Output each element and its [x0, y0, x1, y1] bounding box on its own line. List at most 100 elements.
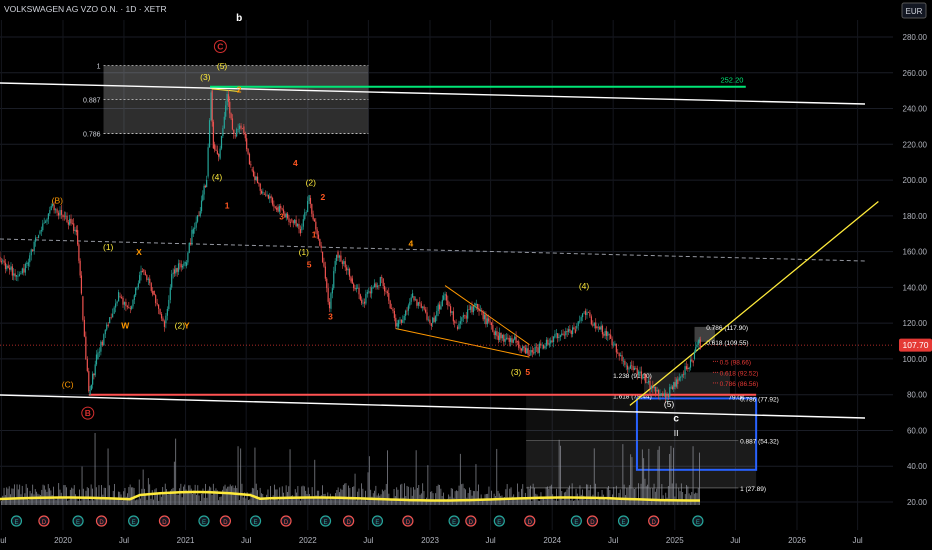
candle-body [85, 336, 87, 360]
candle-body [7, 265, 9, 268]
volume-bar [539, 500, 541, 505]
candle-body [200, 200, 203, 212]
volume-bar [545, 487, 547, 505]
volume-bar [101, 485, 102, 505]
volume-bar [114, 483, 115, 505]
candle-body [326, 278, 328, 289]
volume-bar [33, 494, 35, 505]
candle-body [608, 333, 610, 335]
volume-bar [422, 483, 424, 505]
candle-body [2, 260, 4, 262]
candle-body [46, 219, 48, 222]
volume-bar [73, 485, 75, 505]
volume-bar [266, 494, 268, 505]
volume-bar [249, 499, 251, 505]
candle-body [610, 334, 612, 339]
volume-bar [404, 483, 405, 505]
event-marker-label: D [406, 520, 411, 526]
volume-bar [184, 484, 186, 505]
volume-bar [105, 487, 106, 505]
candle-body [458, 323, 460, 329]
volume-bar [80, 500, 82, 505]
volume-bar [491, 490, 492, 505]
candle-body [414, 299, 417, 301]
wave-label: b [236, 13, 242, 24]
price-chart[interactable]: 10.8870.7860.786 (117.90)0.618 (109.55)0… [0, 0, 932, 550]
volume-bar [649, 487, 651, 505]
candle-body [481, 310, 483, 312]
candle-body [150, 283, 152, 291]
currency-label[interactable]: EUR [906, 7, 923, 16]
x-tick-label: 2022 [299, 536, 317, 545]
price-tag-value: 107.70 [903, 340, 929, 350]
volume-bar [337, 487, 339, 505]
volume-bar [67, 500, 69, 505]
candle-body [462, 315, 464, 318]
volume-bar [461, 484, 463, 505]
candle-body [586, 312, 588, 316]
volume-bar [544, 499, 546, 505]
volume-bar [696, 493, 698, 505]
volume-bar [19, 484, 21, 505]
volume-bar [628, 485, 630, 505]
candle-body [266, 194, 268, 196]
candle-body [37, 235, 40, 239]
candle-body [49, 210, 51, 214]
candle-body [603, 334, 605, 336]
fib-bottom-label: 1 (27.89) [740, 486, 766, 493]
candle-body [511, 338, 513, 343]
candle-body [281, 208, 283, 210]
candle-body [166, 308, 168, 316]
volume-bar [550, 484, 552, 505]
volume-bar [569, 485, 570, 505]
candle-body [624, 360, 626, 365]
candle-body [601, 325, 604, 335]
volume-bar [6, 487, 8, 505]
candle-body [647, 380, 650, 383]
volume-bar [138, 479, 140, 505]
candle-body [255, 176, 257, 181]
candle-body [144, 271, 146, 276]
event-marker-label: E [254, 520, 258, 526]
candle-body [530, 350, 532, 356]
candle-body [353, 283, 355, 289]
wave-label: 4 [409, 238, 414, 248]
volume-bar [329, 493, 331, 505]
candle-body [652, 386, 654, 389]
y-tick-label: 40.00 [907, 462, 928, 471]
volume-bar [331, 499, 333, 505]
candle-body [423, 306, 425, 310]
volume-bar [288, 486, 290, 505]
volume-bar [322, 485, 323, 505]
volume-bar [410, 487, 412, 505]
currency-button[interactable]: EUR [901, 2, 927, 19]
candle-body [21, 268, 23, 274]
candle-body [670, 386, 672, 388]
candle-body [214, 144, 216, 150]
candle-body [43, 222, 45, 224]
volume-bar [297, 486, 299, 505]
volume-bar [75, 494, 76, 505]
volume-bar [586, 484, 587, 505]
volume-bar [469, 487, 470, 505]
volume-bar [175, 438, 177, 505]
volume-bar [554, 500, 556, 505]
candle-body [581, 313, 584, 318]
event-marker-label: D [99, 520, 104, 526]
volume-bar [587, 484, 589, 505]
volume-bar [333, 498, 335, 505]
candle-body [567, 329, 570, 332]
candle-body [607, 331, 609, 336]
candle-body [638, 371, 640, 375]
volume-bar [596, 500, 598, 505]
candle-body [9, 267, 11, 270]
candle-body [359, 294, 361, 300]
candle-body [273, 204, 275, 207]
event-marker-label: E [696, 520, 700, 526]
candle-body [471, 306, 473, 313]
volume-bar [656, 488, 658, 505]
y-tick-label: 140.00 [903, 283, 928, 292]
x-tick-label: Jul [119, 536, 129, 545]
volume-bar [571, 483, 573, 505]
candle-body [276, 207, 278, 210]
